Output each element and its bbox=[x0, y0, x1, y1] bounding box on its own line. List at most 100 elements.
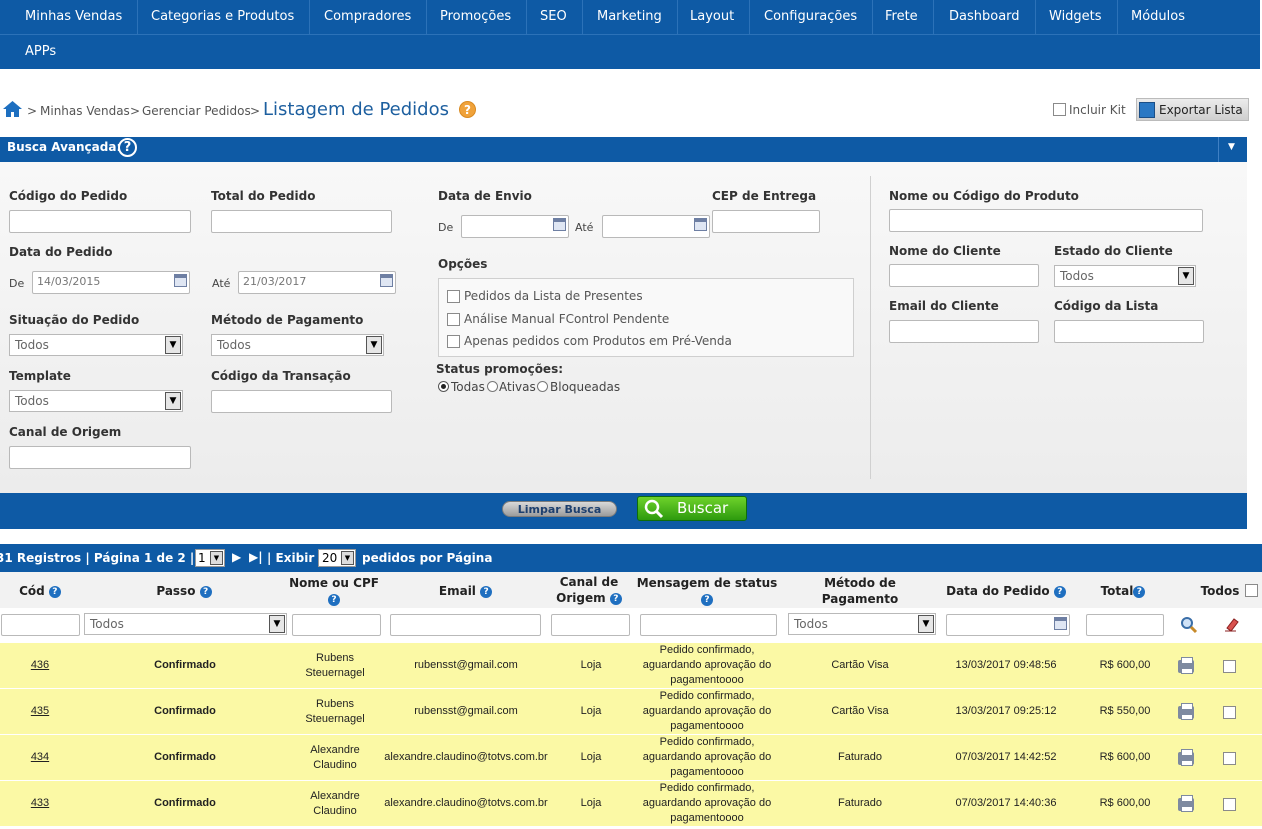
help-icon[interactable]: ? bbox=[1053, 585, 1066, 598]
filter-mensagem-input[interactable] bbox=[640, 614, 777, 636]
help-icon[interactable]: ? bbox=[459, 101, 476, 118]
nav-marketing[interactable]: Marketing bbox=[582, 0, 678, 34]
row-checkbox[interactable] bbox=[1223, 798, 1236, 811]
header-total-label[interactable]: Total bbox=[1101, 584, 1134, 598]
header-canal-label-2[interactable]: Origem bbox=[556, 591, 605, 605]
nav-compradores[interactable]: Compradores bbox=[309, 0, 428, 34]
email-cliente-input[interactable] bbox=[889, 320, 1039, 343]
page-select[interactable]: 1 ▼ bbox=[195, 549, 225, 567]
row-checkbox[interactable] bbox=[1223, 706, 1236, 719]
header-canal-label-1[interactable]: Canal de bbox=[560, 575, 619, 589]
printer-icon[interactable] bbox=[1178, 749, 1194, 766]
help-icon[interactable]: ? bbox=[328, 593, 340, 606]
data-envio-ate-input[interactable] bbox=[602, 215, 710, 238]
nome-produto-input[interactable] bbox=[889, 209, 1203, 232]
nav-apps[interactable]: APPs bbox=[10, 35, 71, 69]
printer-icon[interactable] bbox=[1178, 657, 1194, 674]
data-pedido-de-input[interactable]: 14/03/2015 bbox=[32, 271, 190, 294]
breadcrumb-gerenciar-pedidos[interactable]: Gerenciar Pedidos bbox=[142, 104, 251, 118]
template-select[interactable]: Todos ▼ bbox=[9, 390, 183, 412]
order-code-link[interactable]: 435 bbox=[0, 704, 80, 719]
table-row[interactable]: 434 Confirmado Alexandre Claudino alexand… bbox=[0, 734, 1262, 780]
estado-cliente-select[interactable]: Todos ▼ bbox=[1054, 265, 1196, 287]
breadcrumb-minhas-vendas[interactable]: Minhas Vendas bbox=[40, 104, 130, 118]
radio-bloqueadas[interactable] bbox=[537, 381, 548, 392]
filter-data-input[interactable] bbox=[946, 614, 1070, 636]
canal-origem-input[interactable] bbox=[9, 446, 191, 469]
help-icon[interactable]: ? bbox=[199, 585, 212, 598]
exportar-lista-button[interactable]: Exportar Lista bbox=[1136, 98, 1249, 121]
header-data-label[interactable]: Data do Pedido bbox=[946, 584, 1050, 598]
nav-modulos[interactable]: Módulos bbox=[1116, 0, 1200, 34]
help-icon[interactable]: ? bbox=[118, 138, 137, 157]
radio-todas[interactable] bbox=[438, 381, 449, 392]
header-metodo-label[interactable]: Método de Pagamento bbox=[822, 576, 898, 606]
header-mensagem-label[interactable]: Mensagem de status bbox=[637, 576, 778, 590]
last-page-icon[interactable]: ▶| bbox=[249, 550, 263, 564]
printer-icon[interactable] bbox=[1178, 703, 1194, 720]
filter-nome-input[interactable] bbox=[292, 614, 381, 636]
codigo-pedido-input[interactable] bbox=[9, 210, 191, 233]
search-icon[interactable] bbox=[1180, 616, 1198, 634]
table-row[interactable]: 435 Confirmado Rubens Steuernagel rubenss… bbox=[0, 688, 1262, 734]
busca-avancada-bar[interactable]: Busca Avançada: ? ▼ bbox=[0, 137, 1247, 162]
codigo-transacao-input[interactable] bbox=[211, 390, 392, 413]
next-page-icon[interactable]: ▶ bbox=[232, 550, 241, 564]
select-all-checkbox[interactable] bbox=[1245, 584, 1258, 597]
total-pedido-input[interactable] bbox=[211, 210, 392, 233]
nav-dashboard[interactable]: Dashboard bbox=[934, 0, 1036, 34]
table-row[interactable]: 433 Confirmado Alexandre Claudino alexand… bbox=[0, 780, 1262, 826]
order-code-link[interactable]: 434 bbox=[0, 750, 80, 765]
nav-layout[interactable]: Layout bbox=[675, 0, 751, 34]
nome-cliente-input[interactable] bbox=[889, 264, 1039, 287]
opcao-fcontrol-checkbox[interactable] bbox=[447, 313, 460, 326]
filter-metodo-select[interactable]: Todos ▼ bbox=[788, 613, 936, 635]
nav-seo[interactable]: SEO bbox=[525, 0, 583, 34]
help-icon[interactable]: ? bbox=[480, 585, 493, 598]
nav-widgets[interactable]: Widgets bbox=[1034, 0, 1118, 34]
help-icon[interactable]: ? bbox=[48, 585, 61, 598]
nav-configuracoes[interactable]: Configurações bbox=[749, 0, 874, 34]
home-icon[interactable] bbox=[2, 100, 23, 118]
calendar-icon[interactable] bbox=[1054, 617, 1067, 630]
row-checkbox[interactable] bbox=[1223, 752, 1236, 765]
radio-ativas[interactable] bbox=[487, 381, 498, 392]
nav-frete[interactable]: Frete bbox=[870, 0, 934, 34]
filter-email-input[interactable] bbox=[390, 614, 541, 636]
help-icon[interactable]: ? bbox=[701, 593, 713, 606]
cep-entrega-input[interactable] bbox=[712, 210, 820, 233]
incluir-kit-checkbox[interactable] bbox=[1053, 103, 1066, 116]
buscar-button[interactable]: Buscar bbox=[637, 496, 747, 521]
filter-passo-select[interactable]: Todos ▼ bbox=[84, 613, 287, 635]
per-page-select[interactable]: 20 ▼ bbox=[318, 549, 356, 567]
data-envio-de-input[interactable] bbox=[461, 215, 569, 238]
row-checkbox[interactable] bbox=[1223, 660, 1236, 673]
filter-canal-input[interactable] bbox=[551, 614, 630, 636]
data-pedido-ate-input[interactable]: 21/03/2017 bbox=[238, 271, 396, 294]
help-icon[interactable]: ? bbox=[1133, 585, 1146, 598]
eraser-icon[interactable] bbox=[1224, 616, 1240, 632]
table-row[interactable]: 436 Confirmado Rubens Steuernagel rubenss… bbox=[0, 642, 1262, 688]
help-icon[interactable]: ? bbox=[609, 592, 622, 605]
codigo-lista-input[interactable] bbox=[1054, 320, 1204, 343]
order-code-link[interactable]: 433 bbox=[0, 796, 80, 811]
filter-cod-input[interactable] bbox=[1, 614, 80, 636]
header-passo-label[interactable]: Passo bbox=[156, 584, 195, 598]
nav-categorias-produtos[interactable]: Categorias e Produtos bbox=[136, 0, 311, 34]
header-email-label[interactable]: Email bbox=[439, 584, 476, 598]
printer-icon[interactable] bbox=[1178, 795, 1194, 812]
header-nome-cpf-label[interactable]: Nome ou CPF bbox=[289, 576, 379, 590]
metodo-pagamento-select[interactable]: Todos ▼ bbox=[211, 334, 384, 356]
opcao-lista-presentes-checkbox[interactable] bbox=[447, 290, 460, 303]
opcao-pre-venda-checkbox[interactable] bbox=[447, 335, 460, 348]
limpar-busca-button[interactable]: Limpar Busca bbox=[502, 501, 617, 517]
header-cod-label[interactable]: Cód bbox=[19, 584, 45, 598]
calendar-icon[interactable] bbox=[380, 274, 393, 287]
nav-minhas-vendas[interactable]: Minhas Vendas bbox=[10, 0, 139, 34]
calendar-icon[interactable] bbox=[694, 218, 707, 231]
situacao-pedido-select[interactable]: Todos ▼ bbox=[9, 334, 183, 356]
calendar-icon[interactable] bbox=[553, 218, 566, 231]
nav-promocoes[interactable]: Promoções bbox=[425, 0, 528, 34]
order-code-link[interactable]: 436 bbox=[0, 658, 80, 673]
calendar-icon[interactable] bbox=[174, 274, 187, 287]
